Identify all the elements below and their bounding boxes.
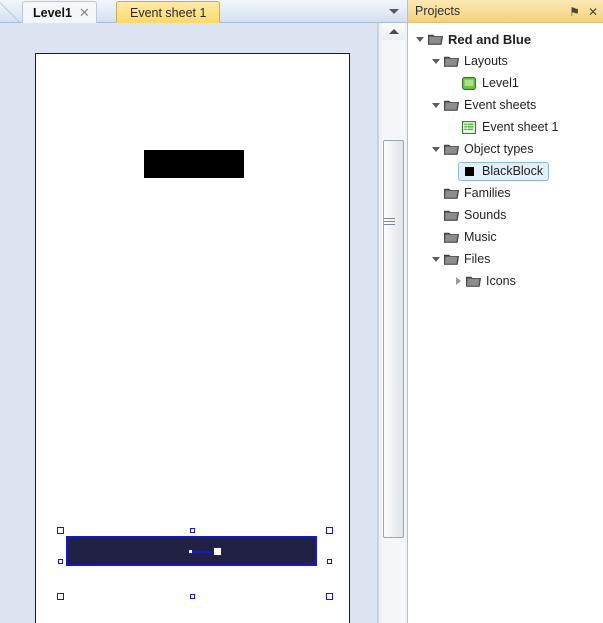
pin-icon[interactable]: ⚑ (569, 6, 580, 18)
document-tab-strip: Level1 ✕ Event sheet 1 (0, 0, 407, 23)
layout-canvas[interactable] (35, 53, 350, 623)
tree-item-layouts[interactable]: Layouts (408, 50, 603, 72)
expander-closed-icon[interactable] (452, 270, 464, 292)
rotation-bar (193, 551, 215, 553)
folder-icon (442, 182, 460, 204)
chevron-down-glyph (389, 9, 399, 14)
selection-handle-middle-right[interactable] (327, 559, 332, 564)
folder-icon (442, 204, 460, 226)
projects-panel-header: Projects ⚑ ✕ (408, 0, 603, 23)
folder-icon (442, 50, 460, 72)
selection-handle-bottom-right[interactable] (326, 593, 333, 600)
folder-icon (426, 28, 444, 50)
tree-item-label: Event sheets (464, 98, 537, 112)
layout-icon (460, 72, 478, 94)
black-block-icon (460, 160, 478, 182)
folder-icon (464, 270, 482, 292)
tree-item-music[interactable]: Music (408, 226, 603, 248)
close-icon[interactable]: ✕ (588, 6, 598, 18)
tab-level1[interactable]: Level1 ✕ (22, 1, 97, 23)
tree-item-blackblock[interactable]: BlackBlock (408, 160, 603, 182)
tree-item-label: Layouts (464, 54, 508, 68)
tree-item-event-sheets[interactable]: Event sheets (408, 94, 603, 116)
folder-icon (442, 248, 460, 270)
tab-level1-label: Level1 (33, 5, 72, 20)
tree-item-label: Music (464, 230, 497, 244)
folder-icon (442, 138, 460, 160)
tree-item-files[interactable]: Files (408, 248, 603, 270)
expander-open-icon[interactable] (430, 50, 442, 72)
selection-handle-bottom-left[interactable] (57, 593, 64, 600)
projects-panel-title: Projects (415, 4, 461, 18)
tab-event-sheet-1-label: Event sheet 1 (130, 5, 207, 20)
rotation-handle[interactable] (213, 547, 222, 556)
tree-item-level1[interactable]: Level1 (408, 72, 603, 94)
tree-item-red-and-blue[interactable]: Red and Blue (408, 28, 603, 50)
selection-handle-top-left[interactable] (57, 527, 64, 534)
tree-item-label: Icons (486, 274, 516, 288)
tab-strip-corner-decoration (0, 0, 22, 22)
selection-handle-top-center[interactable] (190, 528, 195, 533)
scrollbar-thumb[interactable] (383, 140, 404, 538)
projects-panel: Projects ⚑ ✕ Red and Blue Layouts Level1… (407, 0, 603, 623)
scrollbar-grip-icon (384, 218, 395, 227)
chevron-down-icon[interactable] (385, 3, 403, 20)
triangle-up-icon (388, 29, 399, 34)
selection-handle-bottom-center[interactable] (190, 594, 195, 599)
tree-item-label: BlackBlock (482, 164, 544, 178)
tab-event-sheet-1[interactable]: Event sheet 1 (116, 1, 221, 23)
scroll-up-button[interactable] (382, 23, 405, 40)
layout-canvas-viewport[interactable] (0, 23, 378, 623)
expander-open-icon[interactable] (430, 248, 442, 270)
selection-handle-top-right[interactable] (326, 527, 333, 534)
canvas-vertical-scrollbar[interactable] (378, 23, 407, 623)
tree-item-label: Object types (464, 142, 534, 156)
tree-item-event-sheet-1[interactable]: Event sheet 1 (408, 116, 603, 138)
tree-item-families[interactable]: Families (408, 182, 603, 204)
tree-item-label: Sounds (464, 208, 507, 222)
construct-editor-window: Level1 ✕ Event sheet 1 Projects ⚑ ✕ Red … (0, 0, 603, 623)
tree-item-object-types[interactable]: Object types (408, 138, 603, 160)
projects-panel-header-buttons: ⚑ ✕ (569, 0, 598, 23)
tree-item-label: Event sheet 1 (482, 120, 559, 134)
expander-open-icon[interactable] (414, 28, 426, 50)
tree-item-label: Files (464, 252, 491, 266)
expander-open-icon[interactable] (430, 94, 442, 116)
layout-editor-pane: Level1 ✕ Event sheet 1 (0, 0, 407, 623)
event-sheet-icon (460, 116, 478, 138)
tree-item-label: Red and Blue (448, 31, 532, 47)
folder-icon (442, 94, 460, 116)
canvas-object-blackblock[interactable] (144, 150, 244, 178)
close-icon[interactable]: ✕ (79, 6, 90, 19)
tree-item-selection-box: BlackBlock (458, 160, 550, 182)
folder-icon (442, 226, 460, 248)
tree-item-label: Families (464, 186, 511, 200)
selection-handle-middle-left[interactable] (58, 559, 63, 564)
project-tree: Red and Blue Layouts Level1 Event sheets… (408, 23, 603, 292)
expander-open-icon[interactable] (430, 138, 442, 160)
tree-item-label: Level1 (482, 76, 519, 90)
tree-item-icons[interactable]: Icons (408, 270, 603, 292)
tree-item-sounds[interactable]: Sounds (408, 204, 603, 226)
